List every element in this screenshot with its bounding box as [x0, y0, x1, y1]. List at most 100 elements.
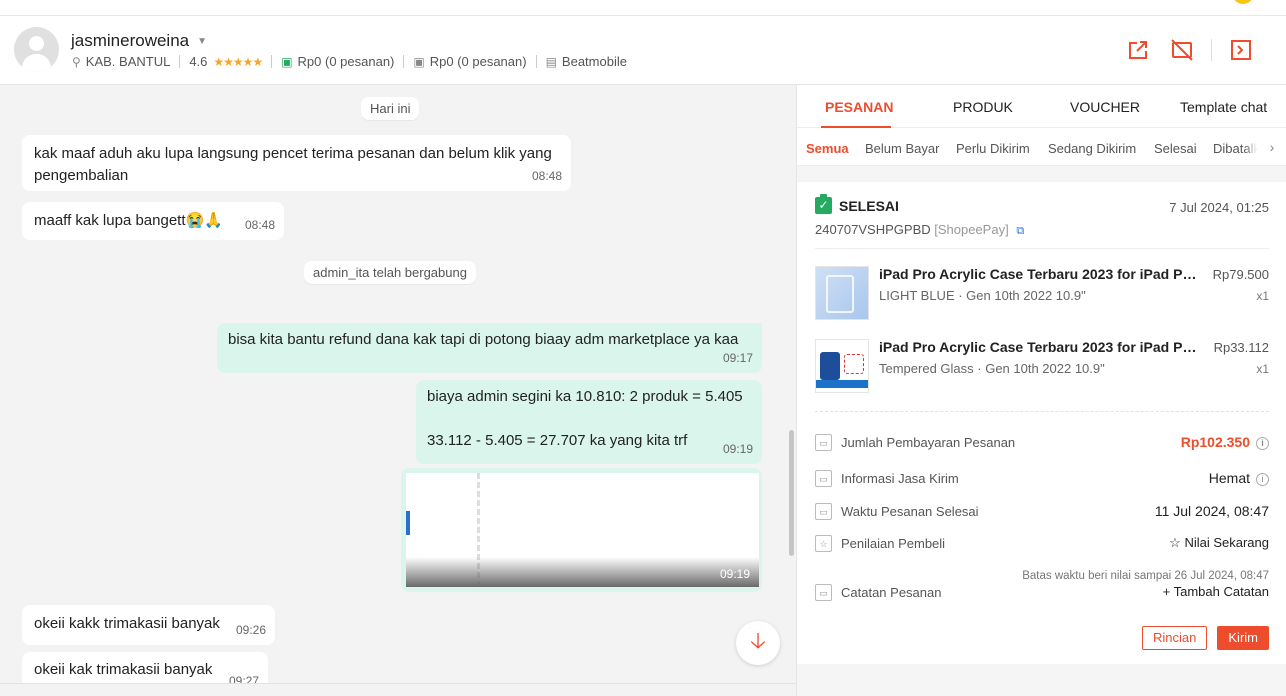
shop-name: Beatmobile: [561, 54, 627, 69]
tab-pesanan[interactable]: PESANAN: [825, 99, 893, 115]
shipping-label: Informasi Jasa Kirim: [841, 471, 959, 486]
order-status: SELESAI: [839, 198, 899, 214]
rating-stars-icon: ★★★★★: [213, 54, 263, 69]
completion-label: Waktu Pesanan Selesai: [841, 504, 979, 519]
panel-tabs: PESANAN PRODUK VOUCHER Template chat: [797, 85, 1286, 128]
total-value: Rp102.350: [1180, 434, 1250, 450]
image-message[interactable]: 09:19: [401, 468, 762, 592]
message-outgoing[interactable]: bisa kita bantu refund dana kak tapi di …: [217, 323, 762, 373]
info-icon[interactable]: i: [1256, 473, 1269, 486]
rate-now-link[interactable]: ☆ Nilai Sekarang: [1169, 535, 1269, 551]
message-text-line2: 33.112 - 5.405 = 27.707 ka yang kita trf: [427, 432, 688, 449]
username-text: jasmineroweina: [71, 31, 190, 50]
shipping-value-wrap: Hemat i: [1209, 470, 1269, 486]
star-box-icon: ☆: [815, 535, 832, 552]
username[interactable]: jasmineroweina ▼: [71, 31, 207, 51]
add-note-text: Tambah Catatan: [1173, 584, 1269, 599]
filter-selesai[interactable]: Selesai: [1154, 141, 1197, 156]
order-date: 7 Jul 2024, 01:25: [1169, 200, 1269, 215]
message-time: 08:48: [244, 218, 275, 232]
cancel-box-icon: ▣: [413, 54, 425, 69]
message-text: okeii kak trimakasii banyak: [34, 661, 213, 678]
filter-semua[interactable]: Semua: [806, 141, 849, 156]
clipboard-check-icon: ✓: [815, 194, 832, 214]
tab-template-chat[interactable]: Template chat: [1180, 99, 1267, 115]
product-thumbnail[interactable]: [815, 266, 869, 320]
location-pin-icon: ⚲: [72, 54, 81, 69]
completion-time-row: ▭ Waktu Pesanan Selesai 11 Jul 2024, 08:…: [815, 503, 1269, 523]
panel-toggle-icon[interactable]: [1226, 36, 1256, 64]
tab-voucher[interactable]: VOUCHER: [1070, 99, 1140, 115]
message-time: 09:27: [228, 674, 259, 683]
arrow-down-icon: 🡣: [750, 628, 766, 653]
panel-footer: [797, 664, 1286, 696]
attached-image[interactable]: 09:19: [406, 473, 759, 587]
unfollow-icon[interactable]: [1167, 36, 1197, 64]
filter-perlu-dikirim[interactable]: Perlu Dikirim: [956, 141, 1030, 156]
product-variant: LIGHT BLUE · Gen 10th 2022 10.9": [879, 288, 1086, 303]
order-id-line: 240707VSHPGPBD [ShopeePay] ⧉: [815, 222, 1024, 238]
cancelled-orders-stat: Rp0 (0 pesanan): [429, 54, 527, 69]
chevron-right-icon[interactable]: ›: [1257, 128, 1286, 165]
message-incoming[interactable]: maaff kak lupa bangett😭🙏 08:48: [22, 202, 284, 240]
caret-down-icon[interactable]: ▼: [197, 36, 207, 47]
product-name[interactable]: iPad Pro Acrylic Case Terbaru 2023 for i…: [879, 266, 1199, 282]
message-incoming[interactable]: okeii kak trimakasii banyak 09:27: [22, 652, 268, 683]
message-text-line1: biaya admin segini ka 10.810: 2 produk =…: [427, 388, 743, 405]
divider-band: [797, 166, 1286, 182]
completion-value: 11 Jul 2024, 08:47: [1154, 503, 1269, 519]
order-status-filter: Semua Belum Bayar Perlu Dikirim Sedang D…: [797, 128, 1286, 166]
plus-icon: +: [1162, 584, 1174, 599]
product-name[interactable]: iPad Pro Acrylic Case Terbaru 2023 for i…: [879, 339, 1199, 355]
order-id[interactable]: 240707VSHPGPBD: [815, 222, 931, 237]
date-pill: Hari ini: [361, 97, 420, 120]
send-button[interactable]: Kirim: [1217, 626, 1269, 650]
info-icon[interactable]: i: [1256, 437, 1269, 450]
message-time: 09:17: [722, 351, 753, 365]
product-price: Rp33.112: [1213, 340, 1269, 355]
scroll-down-button[interactable]: 🡣: [736, 621, 780, 665]
system-join-pill: admin_ita telah bergabung: [304, 261, 476, 284]
message-text: bisa kita bantu refund dana kak tapi di …: [228, 331, 739, 348]
message-time: 09:19: [719, 567, 750, 581]
product-item[interactable]: iPad Pro Acrylic Case Terbaru 2023 for i…: [815, 339, 1269, 395]
rate-now-text: Nilai Sekarang: [1184, 535, 1269, 550]
message-time: 09:19: [722, 442, 753, 456]
message-outgoing[interactable]: biaya admin segini ka 10.810: 2 produk =…: [416, 380, 762, 464]
message-time: 08:48: [531, 169, 562, 183]
message-time: 09:26: [235, 623, 266, 637]
payment-method: [ShopeePay]: [934, 222, 1009, 237]
review-row: ☆ Penilaian Pembeli ☆ Nilai Sekarang: [815, 535, 1269, 555]
message-incoming[interactable]: okeii kakk trimakasii banyak 09:26: [22, 605, 275, 645]
message-text: kak maaf aduh aku lupa langsung pencet t…: [34, 145, 552, 184]
message-text: okeii kakk trimakasii banyak: [34, 615, 220, 632]
rating-value: 4.6: [189, 54, 208, 69]
order-panel: PESANAN PRODUK VOUCHER Template chat Sem…: [796, 85, 1286, 696]
total-value-wrap: Rp102.350 i: [1181, 434, 1269, 450]
header-actions: [1109, 36, 1256, 64]
truck-icon: ▭: [815, 470, 832, 487]
product-thumbnail[interactable]: [815, 339, 869, 393]
message-incoming[interactable]: kak maaf aduh aku lupa langsung pencet t…: [22, 135, 571, 191]
review-deadline: Batas waktu beri nilai sampai 26 Jul 202…: [1022, 570, 1269, 582]
payment-total-row: ▭ Jumlah Pembayaran Pesanan Rp102.350 i: [815, 434, 1269, 454]
filter-sedang-dikirim[interactable]: Sedang Dikirim: [1048, 141, 1136, 156]
order-actions: Rincian Kirim: [1132, 626, 1269, 650]
shipping-row: ▭ Informasi Jasa Kirim Hemat i: [815, 470, 1269, 490]
filter-belum-bayar[interactable]: Belum Bayar: [865, 141, 939, 156]
external-link-icon[interactable]: ⧉: [1016, 225, 1024, 237]
tab-produk[interactable]: PRODUK: [953, 99, 1013, 115]
add-note-link[interactable]: + Tambah Catatan: [1163, 584, 1269, 599]
product-item[interactable]: iPad Pro Acrylic Case Terbaru 2023 for i…: [815, 266, 1269, 322]
review-label: Penilaian Pembeli: [841, 536, 946, 551]
share-icon[interactable]: [1123, 36, 1153, 64]
chat-input-strip[interactable]: [0, 683, 796, 696]
avatar[interactable]: [14, 27, 59, 72]
chat-area[interactable]: Hari ini kak maaf aduh aku lupa langsung…: [0, 85, 796, 683]
location-text: KAB. BANTUL: [85, 54, 171, 69]
order-check-icon: ▣: [281, 54, 293, 69]
note-icon: ▭: [815, 584, 832, 601]
user-meta: ⚲ KAB. BANTUL 4.6 ★★★★★ ▣ Rp0 (0 pesanan…: [72, 54, 627, 69]
chat-scrollbar[interactable]: [789, 430, 794, 556]
details-button[interactable]: Rincian: [1142, 626, 1208, 650]
